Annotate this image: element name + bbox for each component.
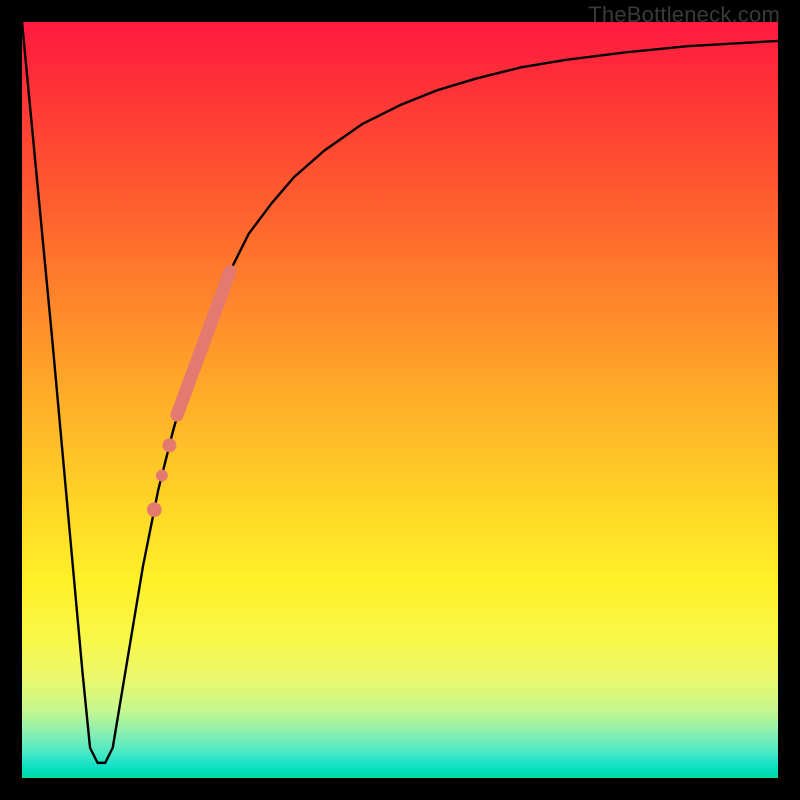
highlight-segment <box>177 271 230 415</box>
highlight-dot <box>162 438 176 452</box>
highlight-dot <box>147 502 162 517</box>
plot-area <box>22 22 778 778</box>
chart-container: TheBottleneck.com <box>0 0 800 800</box>
bottleneck-curve <box>22 22 778 763</box>
highlight-dot <box>156 470 168 482</box>
highlight-dots <box>147 438 176 517</box>
watermark-text: TheBottleneck.com <box>588 2 780 28</box>
curve-svg <box>22 22 778 778</box>
